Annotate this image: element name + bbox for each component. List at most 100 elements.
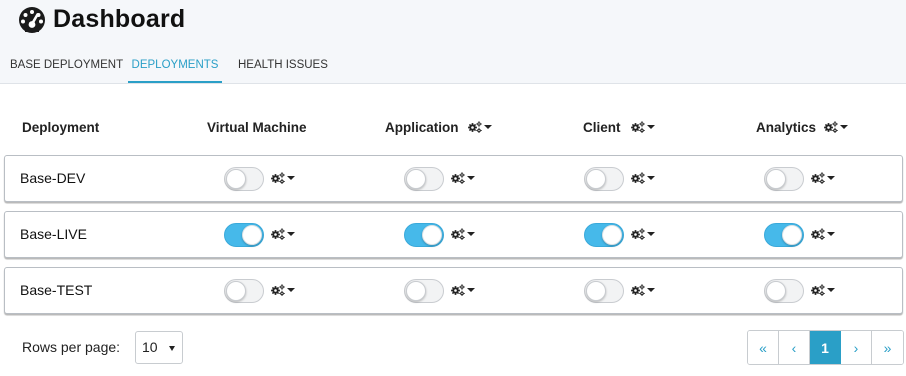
analytics-toggle[interactable]	[764, 279, 804, 303]
toggle-knob	[406, 281, 426, 301]
toggle-knob	[406, 169, 426, 189]
caret-down-icon	[483, 125, 492, 129]
analytics-settings-menu[interactable]	[824, 121, 849, 133]
gears-icon	[451, 284, 465, 296]
caret-down-icon	[827, 232, 835, 236]
column-header-application: Application	[385, 117, 492, 137]
virtual-machine-settings-menu[interactable]	[271, 228, 295, 240]
gears-icon	[451, 172, 465, 184]
client-settings-menu[interactable]	[631, 228, 655, 240]
application-settings-menu[interactable]	[451, 284, 475, 296]
column-header-label: Application	[385, 119, 459, 135]
gears-icon	[468, 121, 482, 133]
caret-down-icon	[646, 125, 655, 129]
caret-down-icon	[467, 176, 475, 180]
gears-icon	[631, 284, 645, 296]
tab-label: HEALTH ISSUES	[238, 59, 328, 71]
current-page-button[interactable]: 1	[810, 331, 841, 364]
tab-deployments[interactable]: DEPLOYMENTS	[128, 50, 222, 84]
application-toggle[interactable]	[404, 279, 444, 303]
client-toggle[interactable]	[584, 167, 624, 191]
analytics-settings-menu[interactable]	[811, 172, 835, 184]
virtual-machine-toggle[interactable]	[224, 223, 264, 247]
caret-down-icon	[647, 176, 655, 180]
column-header-virtual-machine: Virtual Machine	[207, 117, 307, 137]
deployment-name: Base-DEV	[20, 170, 86, 186]
last-page-button[interactable]: »	[872, 331, 903, 364]
toggle-knob	[226, 169, 246, 189]
previous-page-button[interactable]: ‹	[779, 331, 810, 364]
toggle-knob	[782, 225, 802, 245]
next-page-button[interactable]: ›	[841, 331, 872, 364]
virtual-machine-settings-menu[interactable]	[271, 172, 295, 184]
tab-health-issues[interactable]: HEALTH ISSUES	[238, 50, 328, 84]
application-settings-menu[interactable]	[451, 172, 475, 184]
toggle-knob	[226, 281, 246, 301]
column-header-client: Client	[583, 117, 655, 137]
caret-down-icon	[467, 288, 475, 292]
column-header-deployment: Deployment	[22, 117, 99, 137]
virtual-machine-toggle[interactable]	[224, 279, 264, 303]
toggle-knob	[422, 225, 442, 245]
virtual-machine-toggle[interactable]	[224, 167, 264, 191]
client-toggle[interactable]	[584, 223, 624, 247]
caret-down-icon	[287, 232, 295, 236]
page-title-text: Dashboard	[53, 4, 186, 33]
caret-down-icon	[287, 288, 295, 292]
client-toggle[interactable]	[584, 279, 624, 303]
gears-icon	[811, 172, 825, 184]
client-settings-menu[interactable]	[631, 172, 655, 184]
caret-down-icon	[169, 346, 175, 351]
rows-per-page-label: Rows per page:	[22, 339, 121, 355]
gears-icon	[271, 172, 285, 184]
column-header-label: Client	[583, 119, 621, 135]
toggle-knob	[242, 225, 262, 245]
rows-per-page-select[interactable]: 10	[135, 331, 183, 364]
pagination: « ‹ 1 › »	[747, 330, 904, 365]
table-row: Base-DEV	[4, 155, 903, 202]
deployment-name: Base-TEST	[20, 282, 93, 298]
tab-label: DEPLOYMENTS	[131, 59, 219, 71]
rows-per-page-value: 10	[142, 339, 158, 355]
application-settings-menu[interactable]	[468, 121, 492, 133]
gears-icon	[631, 121, 645, 133]
deployment-name: Base-LIVE	[20, 226, 87, 242]
client-settings-menu[interactable]	[631, 284, 655, 296]
virtual-machine-settings-menu[interactable]	[271, 284, 295, 296]
page-header: Dashboard BASE DEPLOYMENT DEPLOYMENTS HE…	[0, 0, 906, 84]
application-toggle[interactable]	[404, 167, 444, 191]
analytics-settings-menu[interactable]	[811, 284, 835, 296]
gears-icon	[824, 121, 838, 133]
table-row: Base-LIVE	[4, 211, 903, 258]
gears-icon	[271, 228, 285, 240]
page-title: Dashboard	[18, 2, 185, 36]
gears-icon	[631, 172, 645, 184]
gears-icon	[811, 228, 825, 240]
gears-icon	[271, 284, 285, 296]
analytics-settings-menu[interactable]	[811, 228, 835, 240]
column-header-analytics: Analytics	[756, 117, 849, 137]
caret-down-icon	[647, 288, 655, 292]
caret-down-icon	[827, 288, 835, 292]
client-settings-menu[interactable]	[631, 121, 655, 133]
column-header-label: Virtual Machine	[207, 119, 307, 135]
first-page-button[interactable]: «	[748, 331, 779, 364]
toggle-knob	[586, 169, 606, 189]
column-header-label: Analytics	[756, 119, 817, 135]
toggle-knob	[766, 281, 786, 301]
toggle-knob	[766, 169, 786, 189]
column-header-label: Deployment	[22, 119, 100, 135]
toggle-knob	[602, 225, 622, 245]
tachometer-icon	[19, 7, 45, 33]
gears-icon	[811, 284, 825, 296]
table-row: Base-TEST	[4, 267, 903, 314]
gears-icon	[451, 228, 465, 240]
analytics-toggle[interactable]	[764, 223, 804, 247]
analytics-toggle[interactable]	[764, 167, 804, 191]
caret-down-icon	[840, 125, 849, 129]
toggle-knob	[586, 281, 606, 301]
tab-base-deployment[interactable]: BASE DEPLOYMENT	[10, 50, 123, 84]
application-settings-menu[interactable]	[451, 228, 475, 240]
application-toggle[interactable]	[404, 223, 444, 247]
caret-down-icon	[647, 232, 655, 236]
